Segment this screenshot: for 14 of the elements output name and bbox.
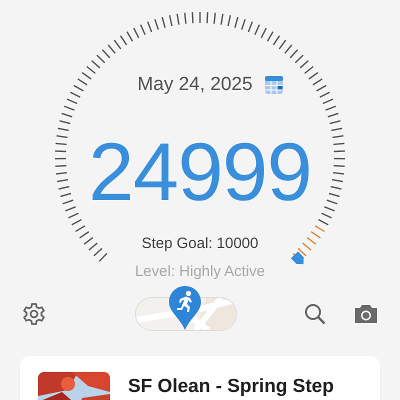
settings-button[interactable]	[22, 302, 46, 326]
search-icon	[304, 303, 326, 325]
event-card[interactable]: SF Olean - Spring Step	[20, 356, 380, 400]
calendar-icon[interactable]	[264, 76, 283, 94]
step-count: 24999	[88, 128, 312, 218]
search-button[interactable]	[304, 303, 326, 325]
camera-button[interactable]	[354, 304, 378, 324]
camera-icon	[354, 304, 378, 324]
event-title: SF Olean - Spring Step	[128, 376, 334, 398]
progress-marker	[290, 251, 304, 264]
step-goal: Step Goal: 10000	[142, 234, 258, 254]
date-label: May 24, 2025	[137, 73, 253, 97]
activity-level: Level: Highly Active	[134, 262, 266, 282]
settings-icon	[22, 302, 46, 326]
